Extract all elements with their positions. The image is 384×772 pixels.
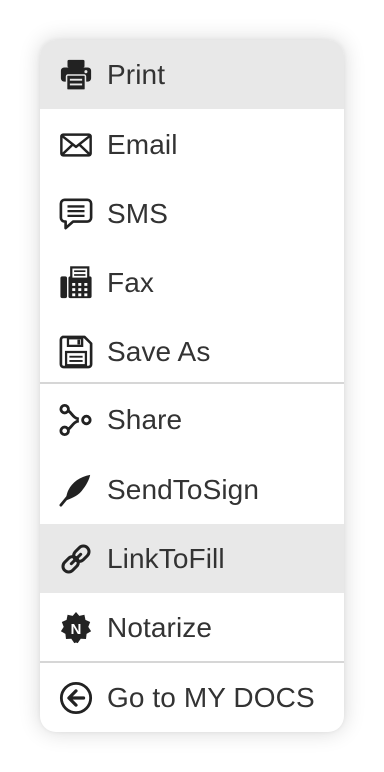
menu-item-label: SendToSign (107, 473, 260, 505)
menu-item-share[interactable]: Share (40, 385, 344, 454)
menu-item-label: Go to MY DOCS (107, 681, 315, 713)
share-icon (58, 402, 94, 438)
menu-item-label: LinkToFill (107, 542, 225, 574)
svg-text:N: N (71, 621, 82, 638)
menu-item-label: Notarize (107, 611, 213, 643)
menu-item-go-to-my-docs[interactable]: Go to MY DOCS (40, 663, 344, 732)
menu-item-email[interactable]: Email (40, 110, 344, 179)
menu-item-save-as[interactable]: Save As (40, 317, 344, 386)
menu-item-link-to-fill[interactable]: LinkToFill (40, 524, 344, 593)
menu-item-label: Save As (107, 335, 211, 367)
menu-item-label: Share (107, 403, 183, 435)
menu-item-label: SMS (107, 197, 168, 229)
menu-item-send-to-sign[interactable]: SendToSign (40, 455, 344, 524)
menu-item-label: Fax (107, 266, 154, 298)
printer-icon (58, 57, 94, 93)
menu-divider (40, 382, 344, 384)
menu-item-notarize[interactable]: N Notarize (40, 593, 344, 662)
menu-item-label: Print (107, 58, 166, 90)
link-icon (58, 541, 94, 577)
arrow-circle-left-icon (58, 680, 94, 716)
menu-item-sms[interactable]: SMS (40, 179, 344, 248)
fax-icon (58, 265, 94, 301)
menu-item-fax[interactable]: Fax (40, 248, 344, 317)
menu-item-print[interactable]: Print (40, 40, 344, 109)
menu-item-label: Email (107, 128, 178, 160)
share-menu: Print Email SMS Fax Save As Share SendTo… (40, 40, 344, 732)
floppy-disk-icon (58, 334, 94, 370)
notary-seal-icon: N (58, 610, 94, 646)
message-icon (58, 196, 94, 232)
envelope-icon (58, 127, 94, 163)
feather-icon (58, 472, 94, 508)
